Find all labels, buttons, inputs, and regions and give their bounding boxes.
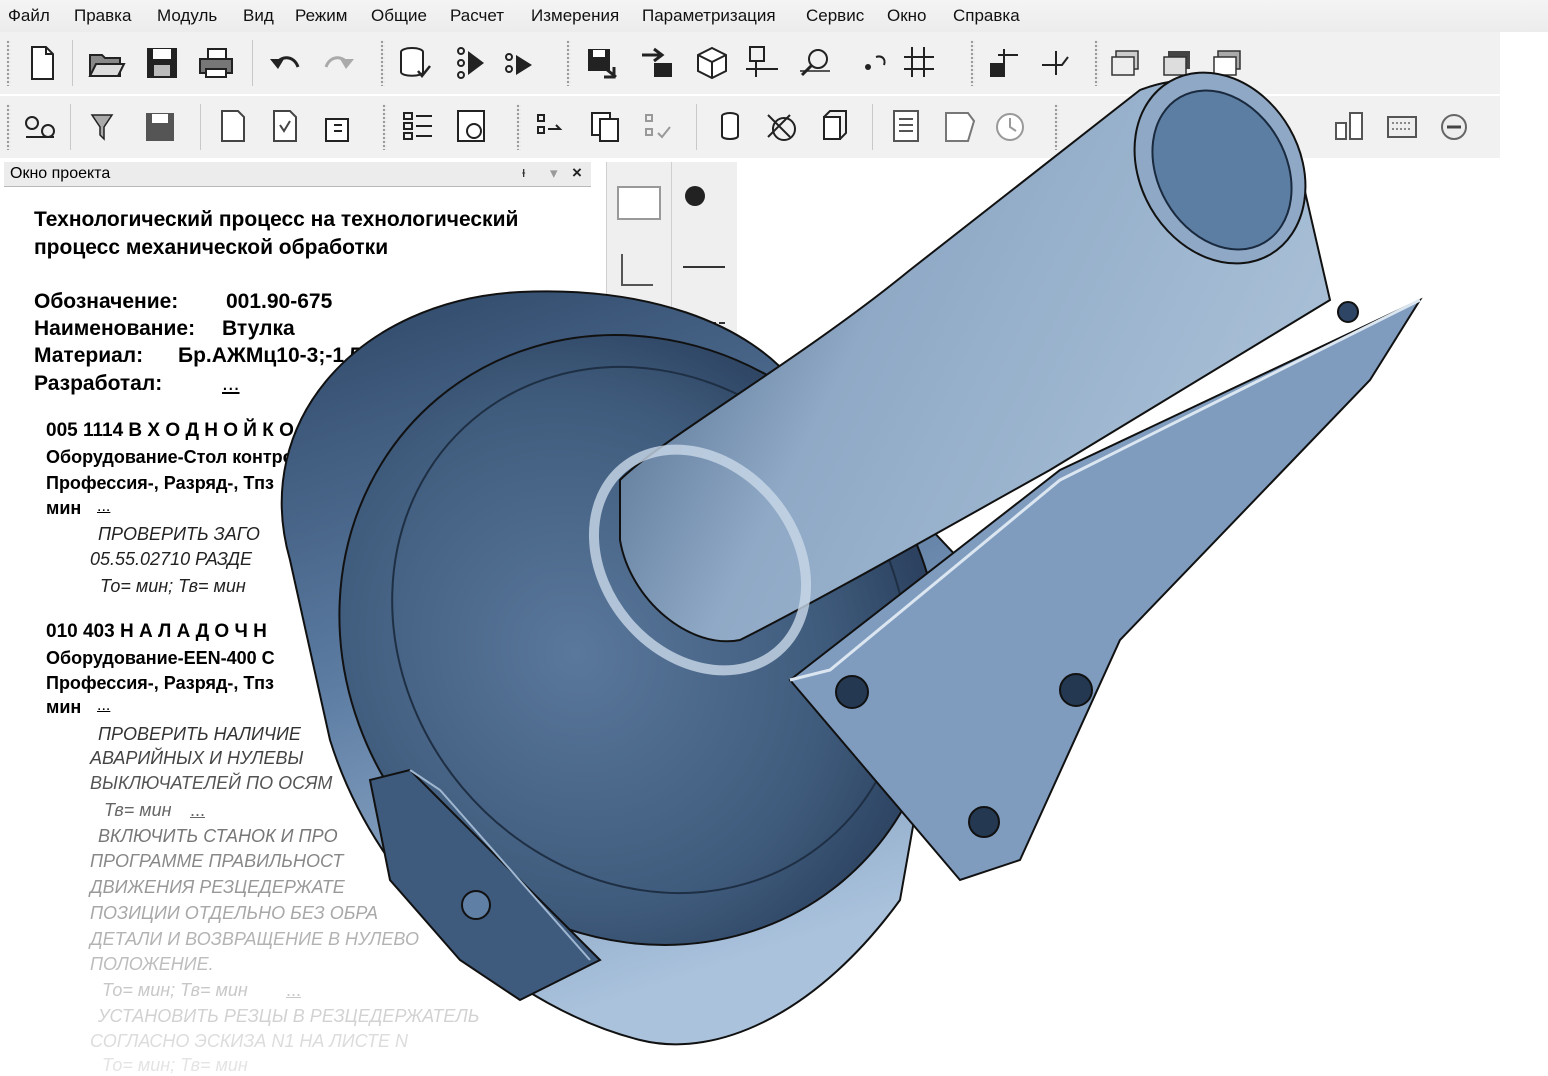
- part-3d-model[interactable]: [0, 0, 1548, 1070]
- hole-1: [835, 675, 869, 709]
- hole-3: [968, 806, 1000, 838]
- hole-4: [1337, 301, 1359, 323]
- hole-2: [1059, 673, 1093, 707]
